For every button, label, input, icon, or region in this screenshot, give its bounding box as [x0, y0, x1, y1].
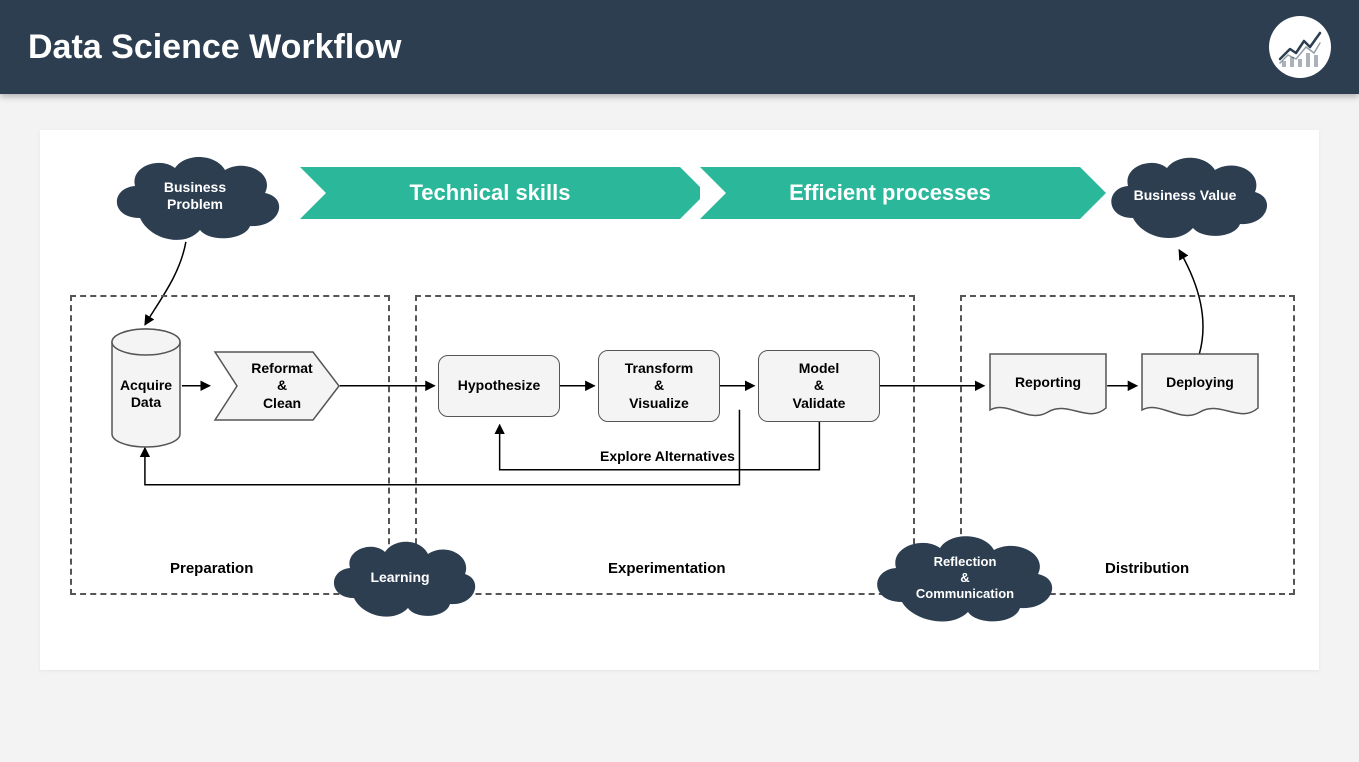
- label-distribution: Distribution: [1105, 560, 1189, 577]
- cloud-label: BusinessProblem: [164, 179, 226, 214]
- slide-header: Data Science Workflow: [0, 0, 1359, 94]
- node-acquire-data: AcquireData: [110, 328, 182, 448]
- cloud-label: Business Value: [1134, 187, 1237, 205]
- cloud-learning: Learning: [320, 534, 480, 622]
- banner-efficient-processes: Efficient processes: [700, 167, 1080, 219]
- node-label: Hypothesize: [458, 377, 540, 395]
- node-label: Reporting: [1015, 374, 1081, 392]
- node-reformat-clean: Reformat&Clean: [213, 350, 341, 422]
- workflow-diagram: Technical skills Efficient processes Bus…: [40, 130, 1319, 670]
- cloud-label: Reflection&Communication: [916, 554, 1014, 603]
- node-label: AcquireData: [120, 377, 172, 412]
- node-label: Deploying: [1166, 374, 1234, 392]
- banner-label: Technical skills: [409, 180, 570, 206]
- cloud-reflection-communication: Reflection&Communication: [860, 528, 1070, 628]
- node-label: Transform&Visualize: [625, 360, 693, 413]
- label-preparation: Preparation: [170, 560, 253, 577]
- label-experimentation: Experimentation: [608, 560, 726, 577]
- node-label: Model&Validate: [793, 360, 846, 413]
- node-model-validate: Model&Validate: [758, 350, 880, 422]
- node-label: Reformat&Clean: [251, 360, 312, 413]
- banner-label: Efficient processes: [789, 180, 991, 206]
- node-transform-visualize: Transform&Visualize: [598, 350, 720, 422]
- banner-technical-skills: Technical skills: [300, 167, 680, 219]
- cloud-business-value: Business Value: [1095, 150, 1275, 242]
- node-reporting: Reporting: [988, 352, 1108, 422]
- cloud-business-problem: BusinessProblem: [100, 148, 290, 244]
- cloud-label: Learning: [370, 569, 429, 587]
- logo-icon: [1269, 16, 1331, 78]
- node-hypothesize: Hypothesize: [438, 355, 560, 417]
- phase-experimentation-box: [415, 295, 915, 595]
- slide-title: Data Science Workflow: [28, 28, 402, 67]
- label-explore-alternatives: Explore Alternatives: [600, 448, 735, 464]
- node-deploying: Deploying: [1140, 352, 1260, 422]
